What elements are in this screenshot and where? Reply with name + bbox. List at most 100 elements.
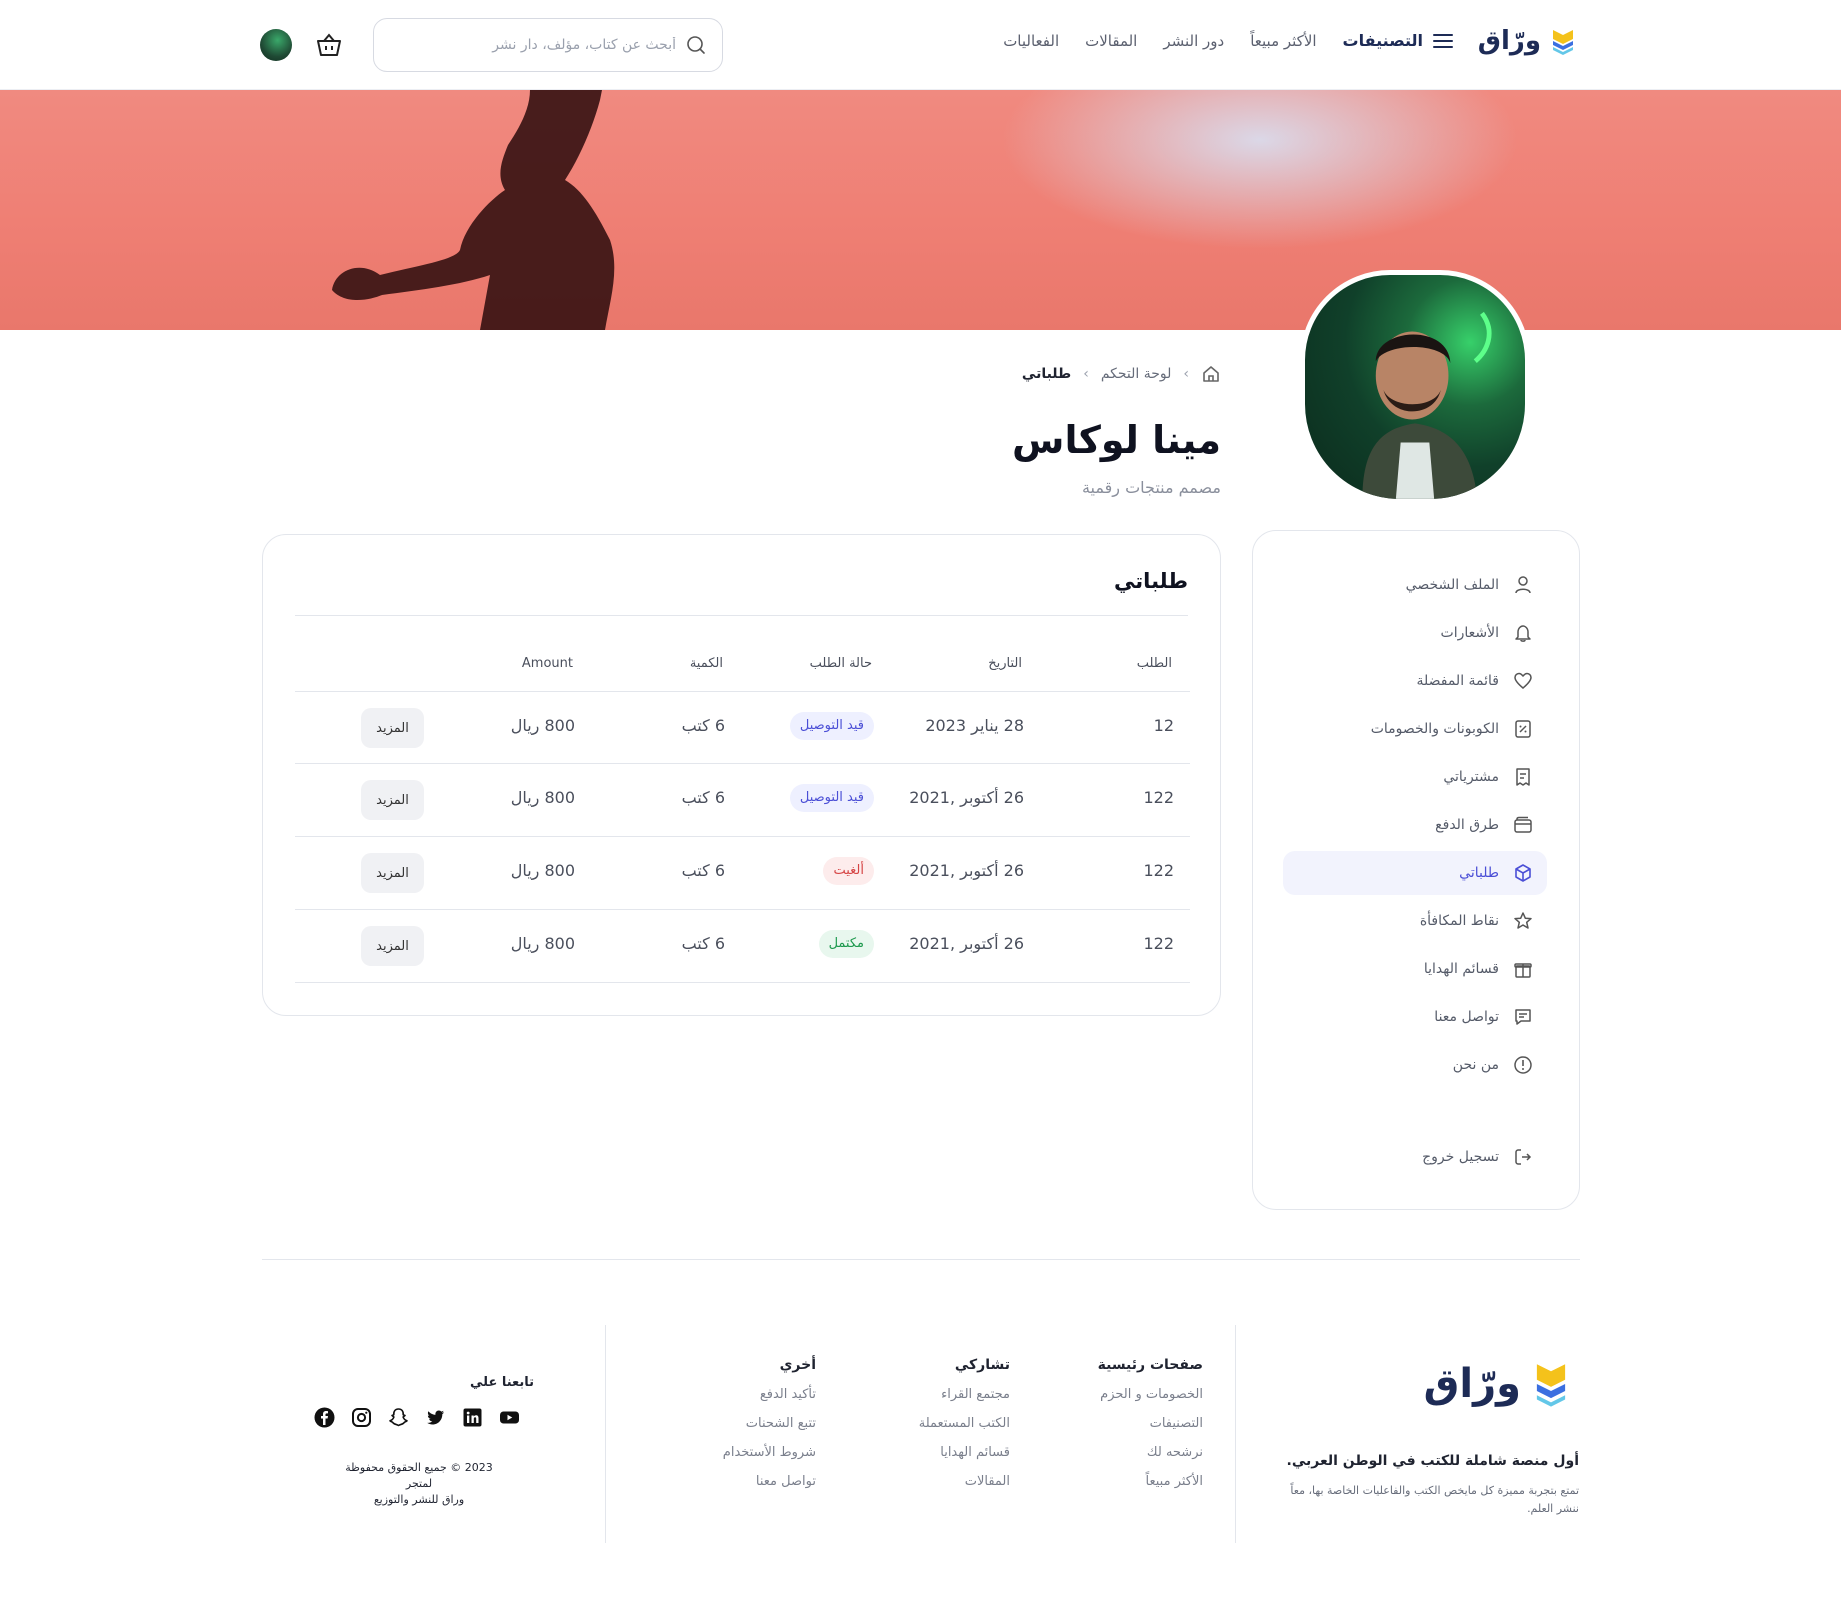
brand-wordmark: ورّاق	[1477, 26, 1541, 56]
status-badge: قيد التوصيل	[789, 712, 874, 740]
order-amount: 800 ريال	[510, 716, 575, 735]
nav-categories-label: التصنيفات	[1342, 31, 1423, 50]
copyright-line: وراق للنشر والتوزيع	[373, 1493, 465, 1506]
info-icon	[1514, 1056, 1532, 1074]
search-icon[interactable]	[686, 35, 706, 55]
sidebar-item-label: قائمة المفضلة	[1416, 673, 1499, 689]
nav-categories[interactable]: التصنيفات	[1343, 31, 1453, 50]
sidebar-item-notifications[interactable]: الأشعارات	[1283, 611, 1547, 655]
main-nav: التصنيفات الأكثر مبيعاً دور النشر المقال…	[1003, 31, 1453, 50]
sidebar-item-label: تواصل معنا	[1434, 1009, 1499, 1025]
more-button[interactable]: المزيد	[361, 926, 424, 966]
footer-link[interactable]: الأكثر مبيعاً	[1098, 1474, 1203, 1489]
sidebar-item-coupons[interactable]: الكوبونات والخصومات	[1283, 707, 1547, 751]
facebook-icon[interactable]	[314, 1407, 335, 1428]
footer-link[interactable]: الكتب المستعملة	[919, 1416, 1010, 1431]
sidebar-item-payment-methods[interactable]: طرق الدفع	[1283, 803, 1547, 847]
cover-silhouette	[332, 90, 615, 330]
table-row: 12 28 يناير 2023 قيد التوصيل 6 كتب 800 ر…	[295, 691, 1190, 764]
footer-link[interactable]: مجتمع القراء	[919, 1387, 1010, 1402]
footer-link[interactable]: شروط الأستخدام	[723, 1445, 816, 1460]
col-header-status: حالة الطلب	[809, 656, 872, 671]
heart-icon	[1514, 672, 1532, 689]
footer-link[interactable]: نرشحه لك	[1098, 1445, 1203, 1460]
profile-cover	[0, 90, 1841, 330]
sidebar-item-contact[interactable]: تواصل معنا	[1283, 995, 1547, 1039]
search-box	[373, 18, 723, 72]
follow-us-label: تابعنا علي	[470, 1375, 535, 1390]
nav-best-sellers[interactable]: الأكثر مبيعاً	[1250, 32, 1316, 50]
footer-link[interactable]: التصنيفات	[1098, 1416, 1203, 1431]
footer-col-title: أخري	[779, 1357, 816, 1373]
sidebar-item-orders[interactable]: طلباتي	[1283, 851, 1547, 895]
order-date: 26 أكتوبر ,2021	[909, 934, 1024, 953]
footer-link[interactable]: قسائم الهدايا	[919, 1445, 1010, 1460]
wallet-icon	[1514, 816, 1532, 833]
more-button[interactable]: المزيد	[361, 708, 424, 748]
twitter-icon[interactable]	[425, 1407, 446, 1428]
orders-title: طلباتي	[1114, 569, 1188, 593]
brand-logo[interactable]: ورّاق	[1478, 26, 1577, 56]
search-input[interactable]	[406, 37, 676, 53]
footer-wordmark: ورّاق	[1423, 1361, 1521, 1407]
footer-logo[interactable]: ورّاق	[1424, 1360, 1571, 1408]
social-links	[314, 1407, 520, 1428]
footer-link[interactable]: تأكيد الدفع	[723, 1387, 816, 1402]
table-row: 122 26 أكتوبر ,2021 قيد التوصيل 6 كتب 80…	[295, 764, 1190, 837]
order-date: 26 أكتوبر ,2021	[909, 861, 1024, 880]
order-date: 28 يناير 2023	[925, 716, 1024, 735]
home-icon[interactable]	[1201, 364, 1221, 384]
profile-photo	[1300, 270, 1530, 504]
youtube-icon[interactable]	[499, 1407, 520, 1428]
more-button[interactable]: المزيد	[361, 853, 424, 893]
logout-label: تسجيل خروج	[1422, 1149, 1499, 1165]
sidebar-item-about[interactable]: من نحن	[1283, 1043, 1547, 1087]
nav-events[interactable]: الفعاليات	[1003, 32, 1059, 50]
sidebar-item-favorites[interactable]: قائمة المفضلة	[1283, 659, 1547, 703]
coupon-icon	[1515, 720, 1531, 738]
breadcrumb-current: طلباتي	[1021, 366, 1072, 382]
sidebar-item-purchases[interactable]: مشترياتي	[1283, 755, 1547, 799]
sidebar-item-label: طرق الدفع	[1435, 817, 1499, 833]
more-button[interactable]: المزيد	[361, 780, 424, 820]
order-amount: 800 ريال	[510, 861, 575, 880]
sidebar-item-gift-cards[interactable]: قسائم الهدايا	[1283, 947, 1547, 991]
orders-card: طلباتي الطلب التاريخ حالة الطلب الكمية A…	[262, 534, 1221, 1016]
order-qty: 6 كتب	[681, 788, 725, 807]
footer-link[interactable]: الخصومات و الحزم	[1098, 1387, 1203, 1402]
footer-divider	[262, 1259, 1580, 1260]
basket-icon[interactable]	[316, 32, 342, 58]
sidebar-item-label: الكوبونات والخصومات	[1370, 721, 1499, 737]
footer-divider	[605, 1325, 606, 1543]
nav-publishers[interactable]: دور النشر	[1163, 32, 1224, 50]
sidebar-item-profile[interactable]: الملف الشخصي	[1283, 563, 1547, 607]
snapchat-icon[interactable]	[388, 1407, 409, 1428]
col-header-date: التاريخ	[988, 656, 1022, 671]
footer-link[interactable]: تواصل معنا	[723, 1474, 816, 1489]
brand-mark-icon	[1553, 30, 1573, 55]
status-badge: مكتمل	[818, 930, 874, 958]
order-id: 12	[1153, 716, 1174, 735]
account-sidebar: الملف الشخصي الأشعارات قائمة المفضلة الك…	[1252, 530, 1580, 1210]
order-id: 122	[1143, 861, 1174, 880]
order-amount: 800 ريال	[510, 934, 575, 953]
sidebar-item-rewards[interactable]: نقاط المكافأة	[1283, 899, 1547, 943]
bell-icon	[1515, 625, 1531, 642]
nav-articles[interactable]: المقالات	[1085, 32, 1137, 50]
footer-link[interactable]: المقالات	[919, 1474, 1010, 1489]
box-icon	[1515, 864, 1531, 882]
footer-col-title: صفحات رئيسية	[1097, 1357, 1203, 1373]
brand-mark-icon	[1536, 1364, 1566, 1407]
footer-col-share: تشاركي مجتمع القراء الكتب المستعملة قسائ…	[919, 1357, 1010, 1503]
sidebar-item-label: قسائم الهدايا	[1423, 961, 1499, 977]
linkedin-icon[interactable]	[462, 1407, 483, 1428]
top-header: ورّاق التصنيفات الأكثر مبيعاً دور النشر …	[0, 0, 1841, 90]
breadcrumb-dashboard[interactable]: لوحة التحكم	[1101, 366, 1172, 382]
logout-button[interactable]: تسجيل خروج	[1283, 1135, 1547, 1179]
footer-link[interactable]: تتبع الشحنات	[723, 1416, 816, 1431]
user-avatar[interactable]	[260, 29, 292, 61]
breadcrumb: ‹ لوحة التحكم ‹ طلباتي	[1022, 364, 1221, 384]
instagram-icon[interactable]	[351, 1407, 372, 1428]
sidebar-item-label: طلباتي	[1459, 865, 1499, 881]
footer-divider	[1235, 1325, 1236, 1543]
